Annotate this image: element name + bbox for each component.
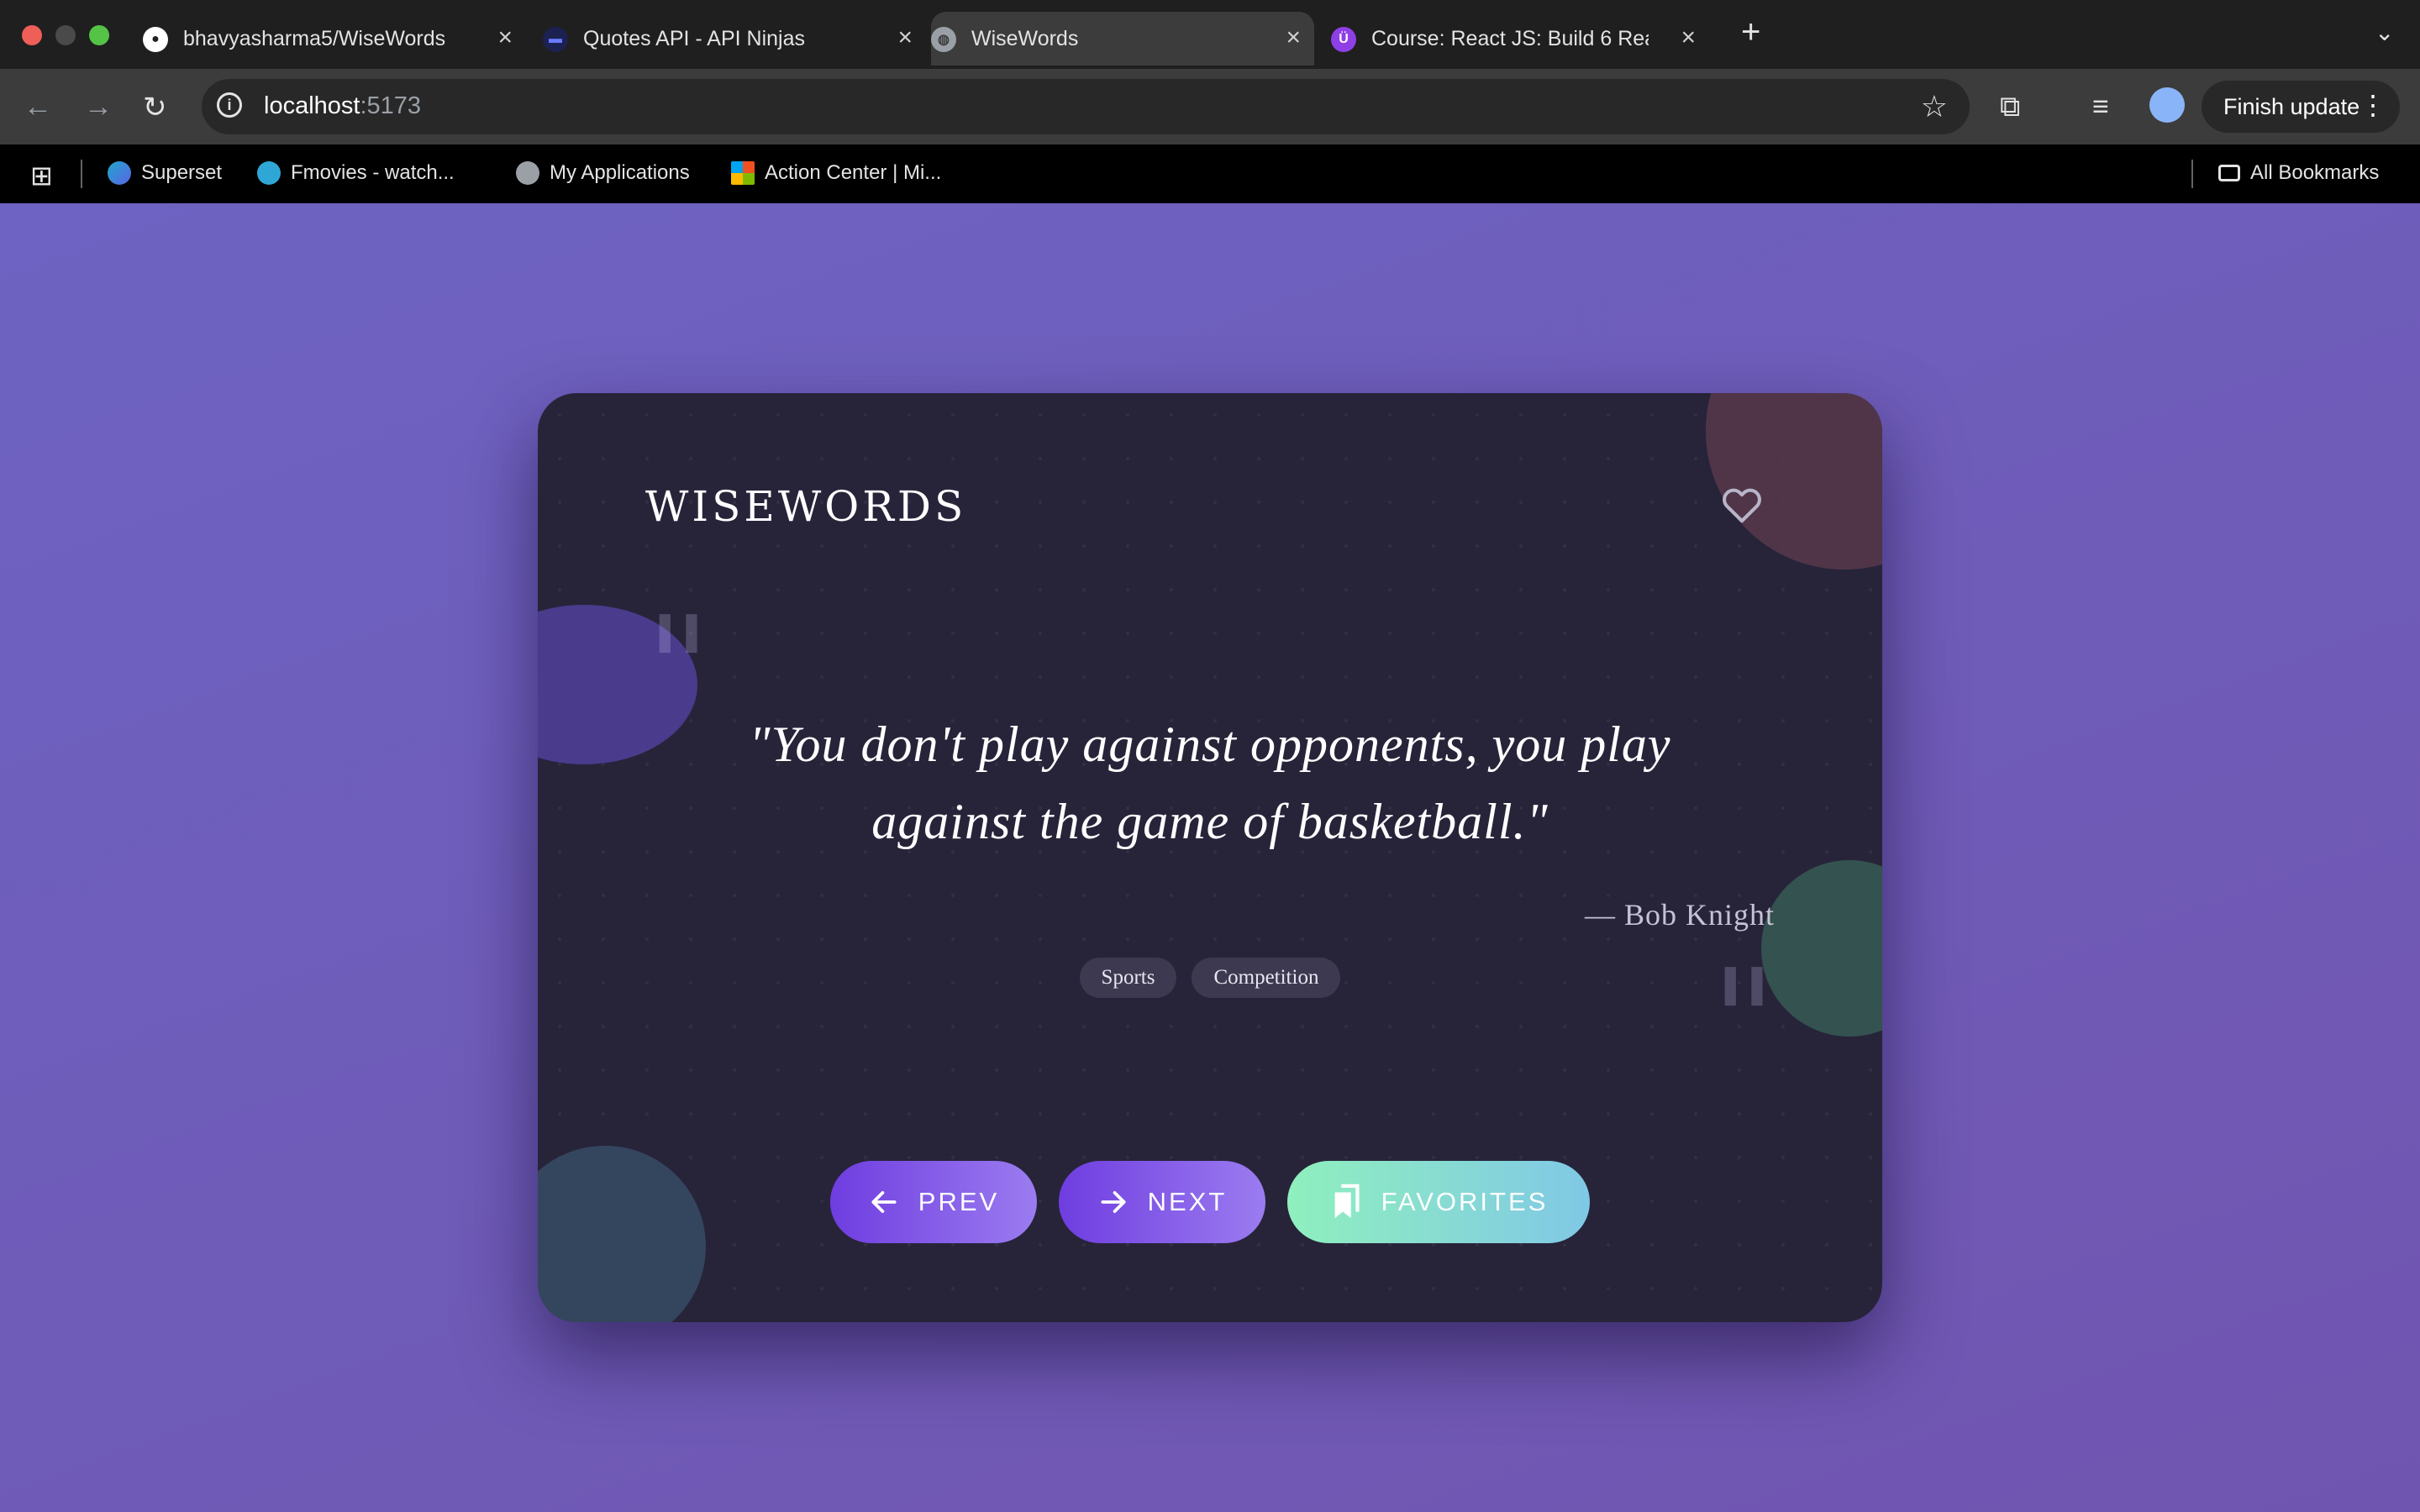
bookmarks-divider <box>2191 160 2193 188</box>
arrow-right-icon <box>1101 1191 1126 1213</box>
extensions-icon[interactable]: ⧉ <box>2000 91 2020 123</box>
more-options-icon[interactable]: ⋮ <box>2360 89 2386 121</box>
finish-update-label: Finish update <box>2223 93 2360 119</box>
bookmark-label: My Applications <box>550 161 690 184</box>
site-info-icon[interactable]: i <box>217 92 242 118</box>
bookmarks-icon <box>1334 1184 1360 1219</box>
bookmark-action-center[interactable]: Action Center | Mi... <box>731 161 941 185</box>
github-icon: ● <box>143 27 168 52</box>
favorites-button-label: FAVORITES <box>1381 1187 1549 1216</box>
url-text: localhost:5173 <box>264 92 421 120</box>
apps-grid-icon[interactable]: ⊞ <box>30 160 53 192</box>
quote-card: WISEWORDS " " "You don't play against op… <box>538 393 1882 1322</box>
new-tab-button[interactable]: + <box>1741 13 1760 51</box>
tab-label: Quotes API - API Ninjas <box>583 26 806 50</box>
forward-button[interactable]: → <box>84 91 113 123</box>
browser-toolbar: ← → ↻ i localhost:5173 ☆ ⧉ ≡ <box>0 69 2420 144</box>
heart-icon[interactable] <box>1719 482 1765 528</box>
all-bookmarks-label: All Bookmarks <box>2250 161 2380 184</box>
profile-avatar[interactable] <box>2149 87 2185 123</box>
tag-list: Sports Competition <box>538 958 1882 998</box>
action-buttons: PREV NEXT FAVORITES <box>538 1161 1882 1243</box>
quote-author: — Bob Knight <box>1584 898 1775 932</box>
finish-update-button[interactable]: Finish update ⋮ <box>2202 81 2400 133</box>
fmovies-icon <box>257 161 281 185</box>
back-button[interactable]: ← <box>24 91 52 123</box>
window-minimize-button[interactable] <box>55 25 76 45</box>
address-bar[interactable]: i localhost:5173 ☆ <box>202 79 1970 134</box>
close-icon[interactable]: × <box>1681 24 1696 52</box>
all-bookmarks-button[interactable]: All Bookmarks <box>2218 161 2379 185</box>
tab-wisewords[interactable]: ◍ WiseWords × <box>931 12 1314 66</box>
tab-udemy-course[interactable]: Ü Course: React JS: Build 6 Rea × <box>1331 12 1709 66</box>
tab-github[interactable]: ● bhavyasharma5/WiseWords × <box>143 12 526 66</box>
tab-label: bhavyasharma5/WiseWords <box>183 26 446 50</box>
close-icon[interactable]: × <box>497 24 513 52</box>
decorative-circle <box>1761 860 1882 1037</box>
arrow-left-icon <box>871 1191 897 1213</box>
reload-button[interactable]: ↻ <box>143 91 167 124</box>
tag-competition: Competition <box>1192 958 1341 998</box>
close-icon[interactable]: × <box>1286 24 1301 52</box>
tab-label: WiseWords <box>971 26 1079 50</box>
close-icon[interactable]: × <box>897 24 913 52</box>
favorites-button[interactable]: FAVORITES <box>1287 1161 1590 1243</box>
chevron-down-icon[interactable]: ⌄ <box>2375 18 2394 46</box>
bookmarks-divider <box>81 160 82 188</box>
bookmark-my-applications[interactable]: My Applications <box>516 161 690 185</box>
bookmark-label: Superset <box>141 161 223 184</box>
microsoft-icon <box>731 161 755 185</box>
bookmark-label: Fmovies - watch... <box>291 161 455 184</box>
next-button[interactable]: NEXT <box>1059 1161 1265 1243</box>
bookmark-fmovies[interactable]: Fmovies - watch... <box>257 161 455 185</box>
superset-icon <box>108 161 131 185</box>
url-host: localhost <box>264 92 360 119</box>
tab-strip: ● bhavyasharma5/WiseWords × ▬ Quotes API… <box>0 0 2420 69</box>
globe-icon <box>516 161 539 185</box>
next-button-label: NEXT <box>1147 1187 1228 1216</box>
media-controls-icon[interactable]: ≡ <box>2092 91 2109 123</box>
page-background: WISEWORDS " " "You don't play against op… <box>0 203 2420 1512</box>
bookmark-superset[interactable]: Superset <box>108 161 222 185</box>
tab-label: Course: React JS: Build 6 Rea <box>1371 26 1649 50</box>
api-ninjas-icon: ▬ <box>543 27 568 52</box>
bookmark-label: Action Center | Mi... <box>765 161 942 184</box>
folder-icon <box>2218 165 2240 181</box>
decorative-circle <box>1706 393 1882 570</box>
url-port: :5173 <box>360 92 422 119</box>
tab-api-ninjas[interactable]: ▬ Quotes API - API Ninjas × <box>543 12 926 66</box>
prev-button[interactable]: PREV <box>830 1161 1037 1243</box>
window-close-button[interactable] <box>22 25 42 45</box>
globe-icon: ◍ <box>931 27 956 52</box>
app-title: WISEWORDS <box>645 482 967 531</box>
window-maximize-button[interactable] <box>89 25 109 45</box>
tag-sports: Sports <box>1079 958 1177 998</box>
quote-text: "You don't play against opponents, you p… <box>749 717 1671 849</box>
bookmarks-bar: ⊞ Superset Fmovies - watch... My Applica… <box>0 144 2420 203</box>
udemy-icon: Ü <box>1331 27 1356 52</box>
prev-button-label: PREV <box>918 1187 1000 1216</box>
bookmark-star-icon[interactable]: ☆ <box>1921 89 1948 124</box>
